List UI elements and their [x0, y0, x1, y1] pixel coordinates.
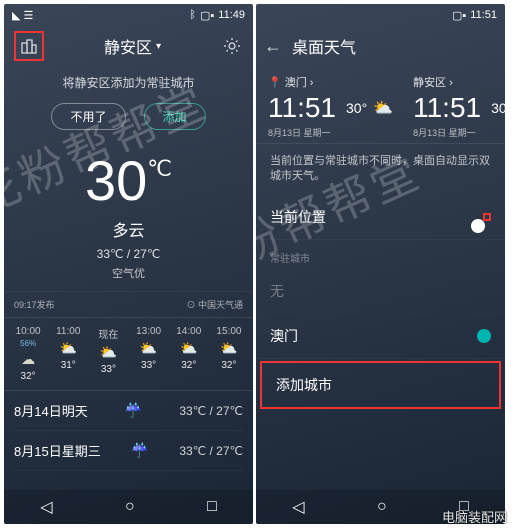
none-row[interactable]: 无: [256, 269, 505, 314]
row-label: 澳门: [270, 326, 298, 346]
topbar: 静安区 ▾: [4, 26, 253, 66]
hour-item: 10:0056%☁32°: [8, 326, 48, 382]
add-banner: 将静安区添加为常驻城市: [4, 66, 253, 99]
notif-icon: ☰: [23, 9, 33, 22]
location-title: 静安区: [104, 34, 152, 58]
city-pair: 📍 澳门 ›11:5130°⛅8月13日 星期一静安区 ›11:5130°⛅8月…: [256, 66, 505, 144]
gear-icon[interactable]: [221, 35, 243, 57]
radio-selected-icon[interactable]: [477, 329, 491, 343]
back-icon[interactable]: ←: [262, 35, 284, 57]
android-navbar: ◁ ○ □: [4, 490, 253, 524]
hour-item: 现在⛅33°: [88, 326, 128, 382]
hour-item: 15:00⛅32°: [209, 326, 249, 382]
add-city-row[interactable]: 添加城市: [262, 363, 499, 407]
status-bar: ◣☰ ᛒ ▢▪ 11:49: [4, 4, 253, 26]
clock: 11:51: [470, 9, 497, 21]
daily-forecast[interactable]: 8月14日明天☔33℃ / 27℃8月15日星期三☔33℃ / 27℃: [4, 391, 253, 471]
bluetooth-icon: ᛒ: [189, 9, 196, 21]
condition: 多云: [4, 217, 253, 241]
battery-icon: ▢▪: [452, 9, 466, 22]
hourly-forecast[interactable]: 10:0056%☁32°11:00⛅31°现在⛅33°13:00⛅33°14:0…: [4, 318, 253, 391]
section-label: 常驻城市: [256, 240, 505, 269]
city-block: 📍 澳门 ›11:5130°⛅8月13日 星期一: [268, 74, 393, 139]
row-label: 无: [270, 281, 284, 301]
macau-row[interactable]: 澳门: [256, 314, 505, 359]
battery-icon: ▢▪: [200, 9, 214, 22]
hour-item: 14:00⛅32°: [169, 326, 209, 382]
highlight-box: [14, 31, 44, 61]
highlight-box: 添加城市: [260, 361, 501, 409]
status-bar: ▢▪ 11:51: [256, 4, 505, 26]
hi-lo: 33℃ / 27℃: [4, 247, 253, 261]
hour-item: 13:00⛅33°: [129, 326, 169, 382]
weather-app-screen: 花粉帮帮堂 ◣☰ ᛒ▢▪11:49 静安区▾ 将静安区添加为常驻城市 不用了 添…: [4, 4, 253, 524]
back-icon[interactable]: ◁: [292, 497, 304, 517]
page-title: 桌面天气: [292, 34, 356, 58]
current-location-row[interactable]: 当前位置: [256, 195, 505, 240]
home-icon[interactable]: ○: [125, 498, 135, 516]
desktop-weather-settings-screen: 粉帮帮堂 ▢▪11:51 ← 桌面天气 📍 澳门 ›11:5130°⛅8月13日…: [256, 4, 505, 524]
back-icon[interactable]: ◁: [40, 497, 52, 517]
air-quality: 空气优: [4, 265, 253, 281]
clock: 11:49: [218, 9, 245, 21]
skip-button[interactable]: 不用了: [51, 103, 125, 130]
city-block: 静安区 ›11:5130°⛅8月13日 星期一: [413, 74, 505, 139]
home-icon[interactable]: ○: [377, 498, 387, 516]
recent-icon[interactable]: □: [207, 498, 217, 516]
day-row[interactable]: 8月14日明天☔33℃ / 27℃: [14, 391, 243, 431]
row-label: 当前位置: [270, 207, 326, 227]
publish-time: 09:17发布: [14, 298, 55, 311]
current-temp: 30℃: [4, 148, 253, 213]
chevron-down-icon[interactable]: ▾: [156, 41, 161, 52]
hint-text: 当前位置与常驻城市不同时，桌面自动显示双城市天气。: [256, 144, 505, 195]
city-icon[interactable]: [18, 35, 40, 57]
notif-icon: ◣: [12, 9, 20, 22]
day-row[interactable]: 8月15日星期三☔33℃ / 27℃: [14, 431, 243, 471]
hour-item: 11:00⛅31°: [48, 326, 88, 382]
add-button[interactable]: 添加: [144, 103, 206, 130]
data-source: ⊙ 中国天气通: [186, 298, 243, 311]
brand-watermark: 电脑装配网: [442, 507, 507, 526]
